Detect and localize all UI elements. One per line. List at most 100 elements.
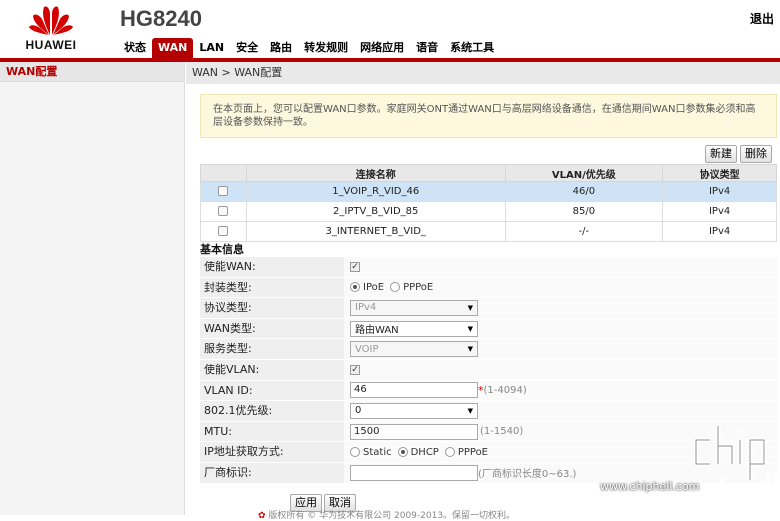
chiphell-watermark-icon (693, 426, 779, 513)
huawei-logo: HUAWEI (18, 4, 84, 54)
device-model: HG8240 (120, 6, 202, 31)
watermark-text: www.chiphell.com (600, 480, 700, 493)
form-row-enable-vlan: 使能VLAN: ✓ (200, 359, 777, 381)
service-select[interactable]: VOIP ▼ (350, 341, 478, 358)
row-select-cell (200, 181, 247, 202)
sidebar: WAN配置 (0, 62, 185, 515)
ip-dhcp-radio[interactable] (397, 447, 408, 458)
row-checkbox[interactable] (218, 206, 229, 216)
form-row-service: 服务类型: VOIP ▼ (200, 339, 777, 360)
table-header-protocol: 协议类型 (662, 164, 777, 182)
row-checkbox[interactable] (218, 226, 229, 236)
priority-select[interactable]: 0 ▼ (350, 402, 478, 419)
huawei-flower-icon (29, 6, 73, 36)
logout-link[interactable]: 退出 (750, 10, 774, 27)
table-row[interactable]: 1_VOIP_R_VID_46 46/0 IPv4 (200, 181, 777, 202)
row-vlan: -/- (504, 221, 664, 242)
wan-type-select-value: 路由WAN (355, 325, 399, 337)
nav-forward-rules[interactable]: 转发规则 (298, 38, 354, 58)
form-row-encap: 封装类型: IPoE PPPoE (200, 277, 777, 299)
vlan-id-input[interactable]: 46 (350, 382, 478, 399)
table-row[interactable]: 3_INTERNET_B_VID_ -/- IPv4 (200, 221, 777, 242)
main-nav: 状态 WAN LAN 安全 路由 转发规则 网络应用 语音 系统工具 (118, 38, 500, 58)
form-row-protocol: 协议类型: IPv4 ▼ (200, 298, 777, 319)
row-name: 1_VOIP_R_VID_46 (245, 181, 506, 202)
nav-system-tools[interactable]: 系统工具 (444, 38, 500, 58)
enable-vlan-checkbox[interactable]: ✓ (350, 364, 360, 375)
wan-type-select[interactable]: 路由WAN ▼ (350, 320, 478, 337)
dropdown-arrow-icon: ▼ (467, 324, 473, 333)
vendor-input[interactable] (350, 464, 478, 481)
encap-pppoe-label: PPPoE (403, 281, 434, 293)
mtu-label: MTU: (200, 421, 344, 442)
protocol-label: 协议类型: (200, 298, 344, 318)
table-header-row: 连接名称 VLAN/优先级 协议类型 (200, 164, 777, 182)
encap-pppoe-radio[interactable] (390, 282, 401, 293)
basic-info-title: 基本信息 (200, 243, 244, 256)
mtu-hint: (1-1540) (480, 426, 524, 438)
protocol-select[interactable]: IPv4 ▼ (350, 299, 478, 316)
sidebar-item-wan-config[interactable]: WAN配置 (0, 62, 184, 82)
vlan-id-label: VLAN ID: (200, 380, 344, 401)
vendor-label: 厂商标识: (200, 462, 344, 483)
enable-wan-checkbox[interactable]: ✓ (350, 261, 360, 272)
nav-status[interactable]: 状态 (118, 38, 152, 58)
ip-pppoe-radio[interactable] (444, 447, 455, 458)
ip-pppoe-label: PPPoE (457, 446, 488, 458)
nav-voice[interactable]: 语音 (410, 38, 444, 58)
ip-static-label: Static (363, 446, 392, 458)
row-select-cell (200, 201, 247, 222)
row-checkbox[interactable] (218, 186, 229, 196)
nav-wan[interactable]: WAN (152, 38, 194, 58)
row-vlan: 85/0 (504, 201, 664, 222)
enable-vlan-label: 使能VLAN: (200, 359, 344, 380)
breadcrumb: WAN > WAN配置 (186, 62, 780, 84)
dropdown-arrow-icon: ▼ (467, 345, 473, 354)
priority-select-value: 0 (355, 405, 362, 417)
encap-label: 封装类型: (200, 277, 344, 298)
new-button[interactable]: 新建 (705, 145, 737, 163)
ip-static-radio[interactable] (350, 447, 360, 458)
wan-connections-table: 连接名称 VLAN/优先级 协议类型 1_VOIP_R_VID_46 46/0 … (200, 164, 777, 242)
service-label: 服务类型: (200, 339, 344, 359)
table-header-name: 连接名称 (245, 164, 506, 182)
wan-type-label: WAN类型: (200, 318, 344, 339)
row-protocol: IPv4 (662, 181, 777, 202)
mtu-input[interactable]: 1500 (350, 423, 478, 440)
huawei-small-icon: ✿ (258, 511, 266, 521)
row-select-cell (200, 221, 247, 242)
form-row-wan-type: WAN类型: 路由WAN ▼ (200, 318, 777, 340)
form-row-enable-wan: 使能WAN: ✓ (200, 257, 777, 278)
row-protocol: IPv4 (662, 221, 777, 242)
table-toolbar: 新建 删除 (705, 145, 772, 163)
nav-security[interactable]: 安全 (230, 38, 264, 58)
vendor-hint: (厂商标识长度0~63.) (478, 469, 577, 481)
enable-wan-label: 使能WAN: (200, 257, 344, 277)
table-header-select (200, 164, 247, 182)
ip-dhcp-label: DHCP (410, 446, 439, 458)
row-name: 3_INTERNET_B_VID_ (245, 221, 506, 242)
encap-ipoe-label: IPoE (363, 281, 385, 293)
ip-mode-label: IP地址获取方式: (200, 442, 344, 462)
protocol-select-value: IPv4 (355, 302, 377, 314)
form-row-vlan-id: VLAN ID: 46 * (1-4094) (200, 380, 777, 402)
delete-button[interactable]: 删除 (740, 145, 772, 163)
table-row[interactable]: 2_IPTV_B_VID_85 85/0 IPv4 (200, 201, 777, 222)
vlan-id-hint: (1-4094) (483, 384, 527, 396)
info-notice: 在本页面上，您可以配置WAN口参数。家庭网关ONT通过WAN口与高层网络设备通信… (200, 94, 777, 138)
row-name: 2_IPTV_B_VID_85 (245, 201, 506, 222)
top-header: HUAWEI HG8240 退出 状态 WAN LAN 安全 路由 转发规则 网… (0, 0, 780, 58)
footer-copyright: 版权所有 © 华为技术有限公司 2009-2013。保留一切权利。 (268, 511, 516, 521)
nav-lan[interactable]: LAN (193, 38, 230, 58)
brand-name: HUAWEI (25, 38, 77, 52)
priority-label: 802.1优先级: (200, 401, 344, 421)
nav-network-apps[interactable]: 网络应用 (354, 38, 410, 58)
service-select-value: VOIP (355, 343, 379, 355)
dropdown-arrow-icon: ▼ (467, 406, 473, 415)
form-row-priority: 802.1优先级: 0 ▼ (200, 401, 777, 422)
table-header-vlan: VLAN/优先级 (504, 164, 664, 182)
nav-route[interactable]: 路由 (264, 38, 298, 58)
row-vlan: 46/0 (504, 181, 664, 202)
encap-ipoe-radio[interactable] (350, 282, 360, 293)
dropdown-arrow-icon: ▼ (467, 303, 473, 312)
